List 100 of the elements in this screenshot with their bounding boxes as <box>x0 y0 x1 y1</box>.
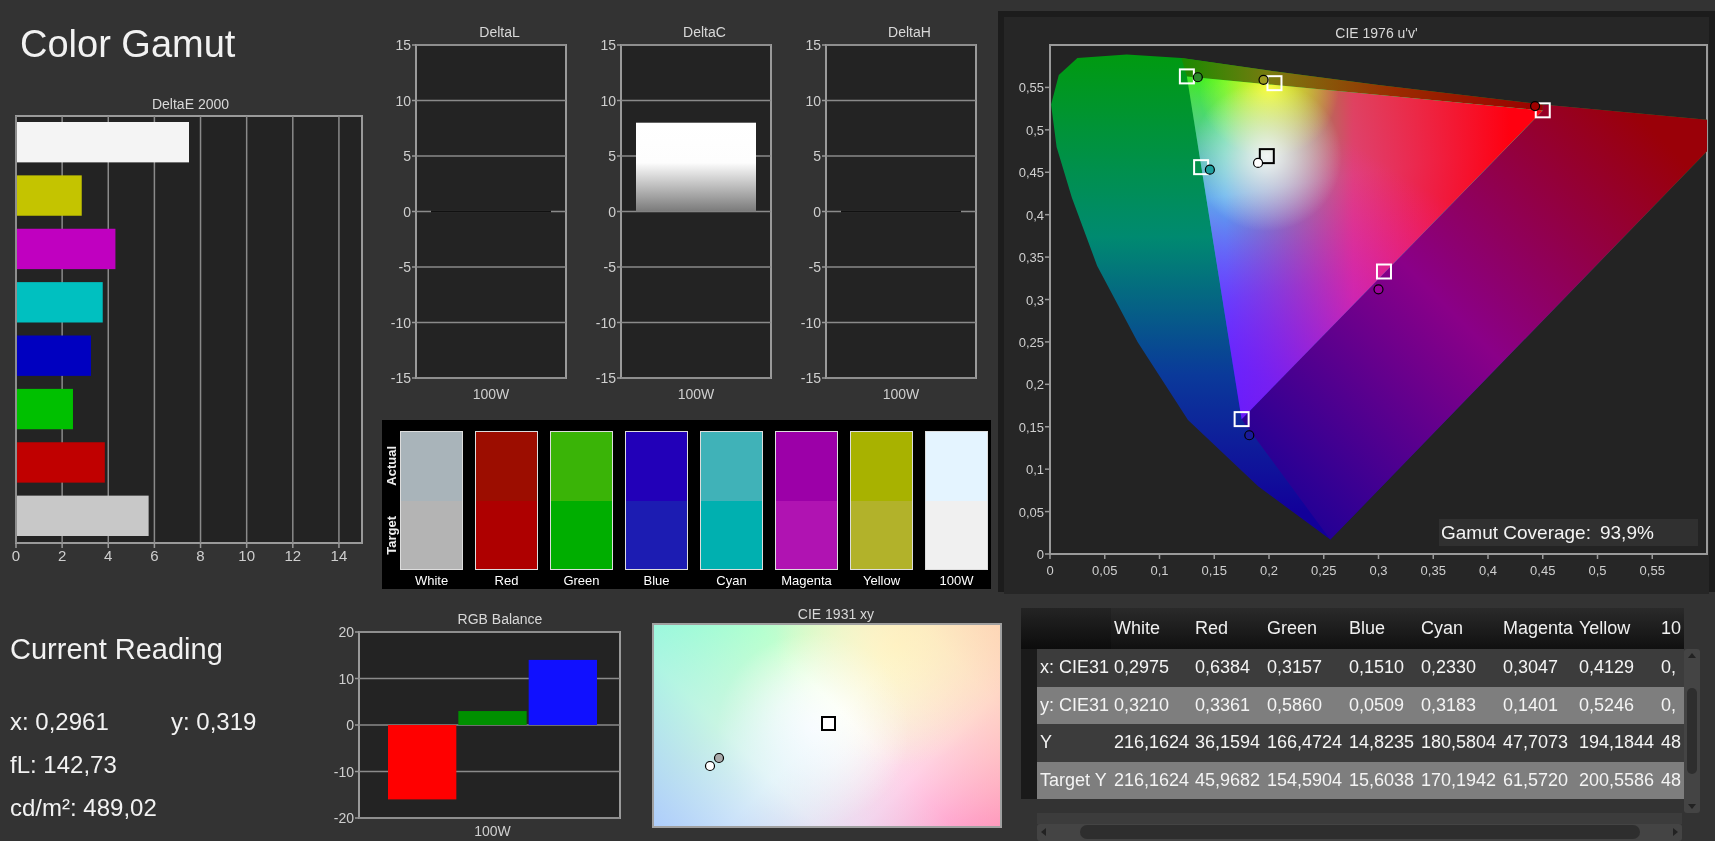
scroll-up-icon[interactable] <box>1687 651 1697 661</box>
swatch-label: Green <box>563 573 600 589</box>
axis-tick-label: -15 <box>595 370 616 386</box>
swatch-label: White <box>414 573 449 589</box>
axis-tick-label: 0,05 <box>1092 563 1118 578</box>
scroll-left-icon[interactable] <box>1039 827 1049 838</box>
coverage-label: Gamut Coverage: <box>1441 521 1591 544</box>
column-header: Green <box>1264 608 1346 649</box>
section-heading: Current Reading <box>10 632 223 666</box>
chart-title: DeltaL <box>479 24 520 40</box>
target-marker <box>1376 263 1392 280</box>
table-cell: 180,5804 <box>1418 724 1500 762</box>
scroll-right-icon[interactable] <box>1670 827 1680 838</box>
axis-tick-label: 0,35 <box>1420 563 1446 578</box>
axis-tick-label: 0,15 <box>1201 563 1227 578</box>
axis-tick-label: 15 <box>600 40 616 53</box>
axis-tick-label: 0,25 <box>1311 563 1337 578</box>
axis-tick-label: 2 <box>57 547 67 564</box>
axis-tick-label: -10 <box>333 763 354 780</box>
axis-tick-label: 10 <box>600 92 616 109</box>
target-marker <box>1258 148 1275 165</box>
axis-tick-label: -15 <box>390 370 411 386</box>
axis-tick-label: -20 <box>333 810 354 826</box>
axis-tick-label: 100W <box>677 386 715 402</box>
measured-marker <box>1204 164 1215 175</box>
axis-tick-label: 10 <box>395 92 411 109</box>
swatch-label: 100W <box>939 573 974 589</box>
measured-marker <box>704 760 716 772</box>
axis-tick-label: 0,45 <box>1530 563 1556 578</box>
column-header: Cyan <box>1418 608 1500 649</box>
measured-marker <box>1244 430 1255 441</box>
swatch-label: Yellow <box>862 573 901 589</box>
table-cell: 0,5860 <box>1264 686 1346 724</box>
chart-title: RGB Balance <box>457 611 543 627</box>
table-cell: 154,5904 <box>1264 761 1346 799</box>
axis-tick-label: 0,05 <box>1018 504 1044 520</box>
target-marker <box>1193 159 1210 176</box>
axis-tick-label: 20 <box>338 627 354 640</box>
table-cell: 0, <box>1658 686 1684 724</box>
row-selector[interactable] <box>1021 649 1037 687</box>
axis-tick-label: 5 <box>403 148 411 164</box>
axis-tick-label: 0,55 <box>1639 563 1665 578</box>
axis-tick-label: -5 <box>398 259 411 275</box>
table-cell: 194,1844 <box>1576 724 1658 762</box>
axis-tick-label: 6 <box>150 547 159 564</box>
table-cell: 0,3047 <box>1500 649 1576 687</box>
axis-tick-label: 0,55 <box>1018 80 1044 96</box>
target-marker <box>1178 68 1195 85</box>
vertical-scrollbar[interactable] <box>1684 649 1700 813</box>
axis-tick-label: -5 <box>808 259 821 275</box>
row-selector[interactable] <box>1021 761 1037 799</box>
table-cell: 0,3210 <box>1111 686 1192 724</box>
scroll-down-icon[interactable] <box>1687 801 1697 811</box>
row-header: x: CIE31 <box>1037 649 1111 687</box>
table-cell: 0,2975 <box>1111 649 1192 687</box>
axis-tick-label: 14 <box>330 547 348 564</box>
axis-tick-label: 0,1 <box>1025 462 1044 478</box>
measured-marker <box>1373 284 1384 295</box>
axis-tick-label: 0,3 <box>1025 292 1044 308</box>
axis-tick-label: 0,2 <box>1259 563 1279 578</box>
axis-tick-label: 0 <box>346 717 354 733</box>
axis-tick-label: 0,4 <box>1478 563 1498 578</box>
measured-marker <box>1258 74 1269 85</box>
target-marker <box>821 716 836 731</box>
table-cell: 47,7073 <box>1500 724 1576 762</box>
table-cell: 200,5586 <box>1576 761 1658 799</box>
swatch-label: Red <box>494 573 519 589</box>
chart-title: DeltaE 2000 <box>151 96 230 112</box>
table-cell: 0,1510 <box>1346 649 1418 687</box>
table-cell: 48 <box>1658 761 1684 799</box>
axis-tick-label: 10 <box>805 92 821 109</box>
axis-tick-label: 4 <box>104 547 113 564</box>
table-cell: 216,1624 <box>1111 761 1192 799</box>
table-cell: 170,1942 <box>1418 761 1500 799</box>
axis-tick-label: 100W <box>882 386 920 402</box>
target-marker <box>1233 411 1250 428</box>
column-header: Magenta <box>1500 608 1576 649</box>
axis-tick-label: 0,35 <box>1018 250 1044 266</box>
table-cell: 15,6038 <box>1346 761 1418 799</box>
measured-marker <box>1192 72 1203 83</box>
swatch-label: Cyan <box>716 573 747 589</box>
target-marker <box>1266 75 1283 92</box>
chart-title: DeltaC <box>683 24 726 40</box>
axis-tick-label: 5 <box>813 148 821 164</box>
axis-tick-label: 0,5 <box>1025 122 1044 138</box>
bar <box>17 388 73 430</box>
table-cell: 216,1624 <box>1111 724 1192 762</box>
table-cell: 166,4724 <box>1264 724 1346 762</box>
column-header: Red <box>1192 608 1264 649</box>
reading-value: fL: 142,73 <box>10 750 117 779</box>
table-cell: 0, <box>1658 649 1684 687</box>
reading-value: y: 0,319 <box>171 707 257 736</box>
chart-title: CIE 1976 u'v' <box>1335 25 1418 41</box>
axis-tick-label: 0,1 <box>1150 563 1169 578</box>
swatch-label: Blue <box>643 573 670 589</box>
axis-tick-label: 0,2 <box>1025 377 1044 393</box>
chart-title: DeltaH <box>888 24 931 40</box>
row-header: Y <box>1037 724 1111 762</box>
table-cell: 0,1401 <box>1500 686 1576 724</box>
axis-tick-label: 0,45 <box>1018 165 1044 181</box>
